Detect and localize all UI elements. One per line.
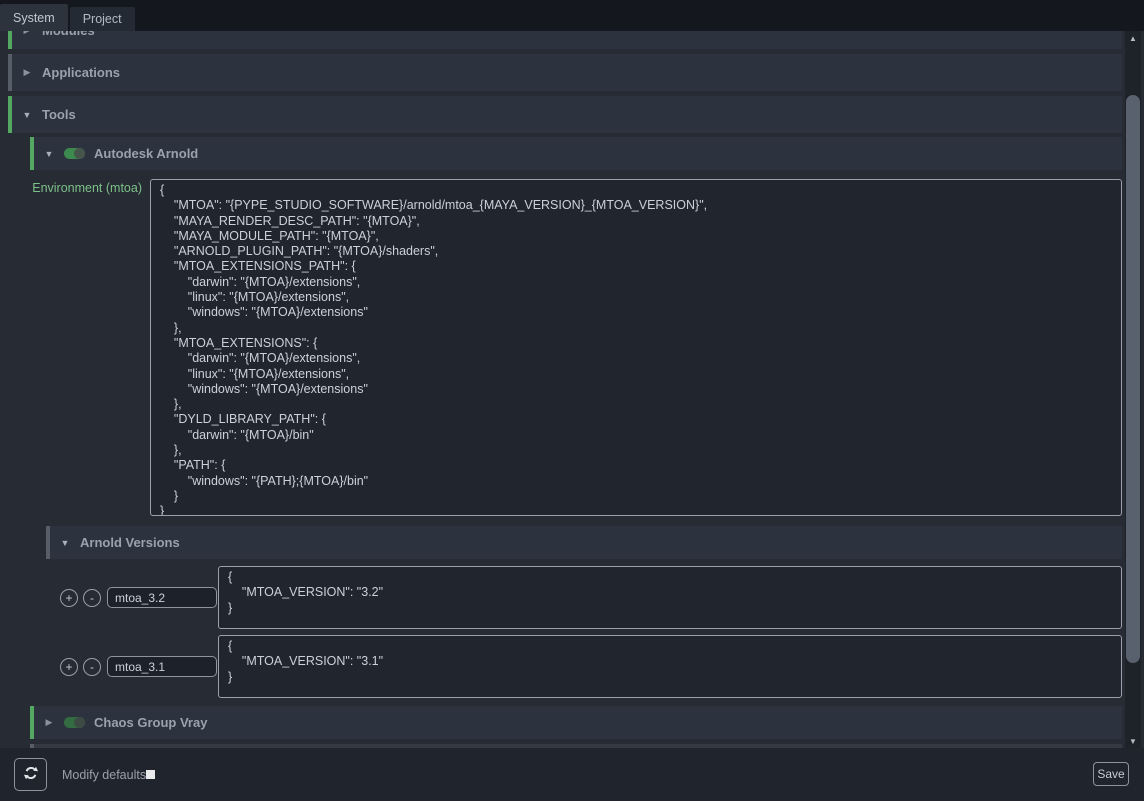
chevron-down-icon: ▼: [21, 110, 33, 120]
version-row: + - { "MTOA_VERSION": "3.2" }: [46, 566, 1122, 629]
environment-json-editor[interactable]: { "MTOA": "{PYPE_STUDIO_SOFTWARE}/arnold…: [150, 179, 1122, 516]
version-json-editor[interactable]: { "MTOA_VERSION": "3.1" }: [218, 635, 1122, 698]
section-label-applications: Applications: [42, 65, 120, 80]
add-version-button[interactable]: +: [60, 658, 78, 676]
section-header-tools[interactable]: ▼ Tools: [8, 96, 1122, 133]
section-label-arnold-versions: Arnold Versions: [80, 535, 180, 550]
version-name-input[interactable]: [107, 656, 217, 677]
section-label-chaos-group-vray: Chaos Group Vray: [94, 715, 207, 730]
vray-enabled-toggle[interactable]: [64, 717, 85, 728]
environment-json-text: { "MTOA": "{PYPE_STUDIO_SOFTWARE}/arnold…: [151, 180, 1121, 516]
chevron-right-icon: ▶: [21, 67, 33, 78]
footer-bar: Modify defaults Save: [0, 748, 1144, 801]
chevron-down-icon: ▼: [59, 538, 71, 548]
chevron-right-icon: ▶: [21, 31, 33, 36]
section-label-autodesk-arnold: Autodesk Arnold: [94, 146, 198, 161]
tab-system[interactable]: System: [0, 4, 68, 31]
arnold-enabled-toggle[interactable]: [64, 148, 85, 159]
remove-version-button[interactable]: -: [83, 658, 101, 676]
toggle-knob: [74, 148, 85, 159]
modify-defaults-checkbox[interactable]: [146, 770, 155, 779]
scroll-down-icon[interactable]: ▼: [1125, 734, 1141, 748]
environment-label: Environment (mtoa): [8, 179, 150, 516]
section-header-applications[interactable]: ▶ Applications: [8, 54, 1122, 91]
version-json-editor[interactable]: { "MTOA_VERSION": "3.2" }: [218, 566, 1122, 629]
scroll-up-icon[interactable]: ▲: [1125, 31, 1141, 45]
section-label-modules: Modules: [42, 31, 95, 38]
section-header-chaos-group-vray[interactable]: ▶ Chaos Group Vray: [30, 706, 1122, 739]
vertical-scrollbar[interactable]: ▲ ▼: [1125, 31, 1141, 748]
version-json-text: { "MTOA_VERSION": "3.2" }: [219, 567, 1121, 619]
section-header-modules[interactable]: ▶ Modules: [8, 31, 1122, 49]
section-header-autodesk-arnold[interactable]: ▼ Autodesk Arnold: [30, 137, 1122, 170]
refresh-button[interactable]: [14, 758, 47, 791]
section-label-tools: Tools: [42, 107, 76, 122]
chevron-down-icon: ▼: [43, 149, 55, 159]
toggle-knob: [74, 717, 85, 728]
refresh-icon: [22, 764, 40, 785]
save-button[interactable]: Save: [1093, 762, 1129, 786]
tab-project[interactable]: Project: [70, 7, 135, 31]
add-version-button[interactable]: +: [60, 589, 78, 607]
section-header-arnold-versions[interactable]: ▼ Arnold Versions: [46, 526, 1122, 559]
environment-row: Environment (mtoa) { "MTOA": "{PYPE_STUD…: [8, 179, 1122, 516]
version-name-input[interactable]: [107, 587, 217, 608]
settings-scroll-area: ▶ Modules ▶ Applications ▼ Tools ▼ Autod…: [0, 31, 1144, 748]
scrollbar-thumb[interactable]: [1126, 95, 1140, 663]
version-row: + - { "MTOA_VERSION": "3.1" }: [46, 635, 1122, 698]
modify-defaults-label: Modify defaults: [62, 748, 146, 801]
tab-bar: System Project: [0, 0, 1144, 31]
chevron-right-icon: ▶: [43, 717, 55, 728]
remove-version-button[interactable]: -: [83, 589, 101, 607]
version-json-text: { "MTOA_VERSION": "3.1" }: [219, 636, 1121, 688]
